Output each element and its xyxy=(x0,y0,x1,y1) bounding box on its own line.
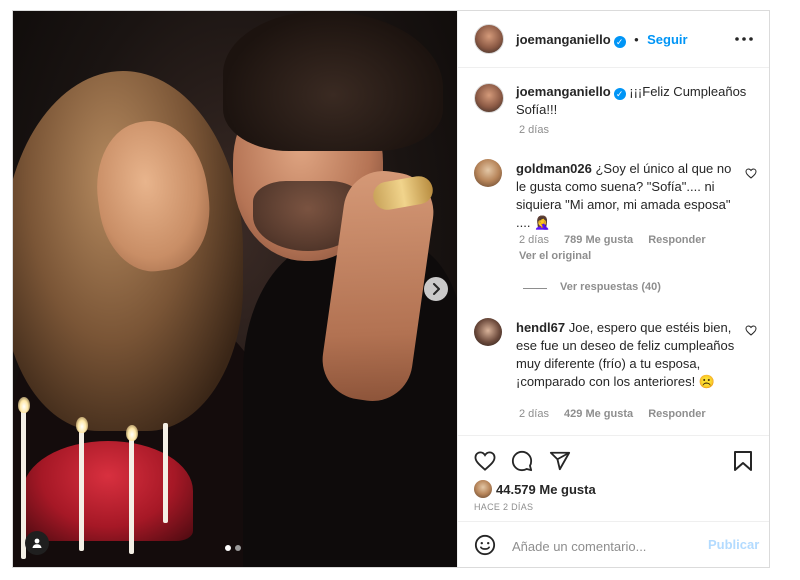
comment-time: 2 días xyxy=(519,234,549,246)
photo-candle xyxy=(79,431,84,551)
bookmark-icon[interactable] xyxy=(733,450,753,472)
caption-time: 2 días xyxy=(519,124,549,136)
share-icon[interactable] xyxy=(549,450,571,472)
comment-input[interactable] xyxy=(510,535,694,557)
caption-avatar[interactable] xyxy=(474,83,504,113)
follow-button[interactable]: Seguir xyxy=(647,32,687,47)
liker-avatar[interactable] xyxy=(474,480,492,498)
reply-button[interactable]: Responder xyxy=(648,408,705,420)
reply-button[interactable]: Responder xyxy=(648,234,705,246)
tagged-users-button[interactable] xyxy=(25,531,49,555)
carousel-next-button[interactable] xyxy=(424,277,448,301)
comment-text-block: goldman026 ¿Soy el único al que no le gu… xyxy=(516,160,738,232)
post-photo[interactable] xyxy=(13,11,457,567)
photo-candle xyxy=(163,423,168,523)
post-side-panel: joemanganiello ✓ • Seguir joemanganiello ✓… xyxy=(457,11,769,567)
comment-avatar[interactable] xyxy=(474,318,502,346)
action-bar: 44.579 Me gusta HACE 2 DÍAS xyxy=(458,435,769,522)
photo-candle xyxy=(21,409,26,559)
comment-time: 2 días xyxy=(519,408,549,420)
comment-composer: Publicar xyxy=(458,521,769,567)
separator-dot: • xyxy=(634,32,639,47)
comment-likes[interactable]: 789 Me gusta xyxy=(564,234,633,246)
caption-username[interactable]: joemanganiello xyxy=(516,84,611,99)
post-header: joemanganiello ✓ • Seguir xyxy=(458,11,769,68)
carousel-indicator xyxy=(225,545,241,551)
author-username[interactable]: joemanganiello xyxy=(516,32,611,47)
emoji-icon[interactable] xyxy=(474,534,496,556)
comment-username[interactable]: goldman026 xyxy=(516,161,592,176)
comment-text-block: hendl67 Joe, espero que estéis bien, ese… xyxy=(516,319,738,391)
heart-icon[interactable] xyxy=(474,451,496,471)
post-date: HACE 2 DÍAS xyxy=(474,502,534,512)
view-replies-button[interactable]: Ver respuestas (40) xyxy=(560,281,661,293)
photo-candle-flame xyxy=(126,425,138,441)
comment-meta: 2 días 429 Me gusta Responder xyxy=(519,408,706,420)
heart-icon[interactable] xyxy=(745,168,757,179)
photo-candle xyxy=(129,439,134,554)
carousel-dot xyxy=(235,545,241,551)
photo-candle-flame xyxy=(18,397,30,413)
photo-man-hair xyxy=(223,11,443,151)
comment-meta: 2 días 789 Me gusta Responder xyxy=(519,234,706,246)
verified-badge-icon: ✓ xyxy=(613,36,626,48)
publish-button[interactable]: Publicar xyxy=(708,537,759,552)
user-tag-icon xyxy=(32,538,42,548)
more-horizontal-icon[interactable] xyxy=(735,37,753,41)
photo-candle-flame xyxy=(76,417,88,433)
chevron-right-icon xyxy=(433,283,440,295)
likes-count[interactable]: 44.579 Me gusta xyxy=(496,482,596,497)
comment-icon[interactable] xyxy=(511,450,533,472)
comment-likes[interactable]: 429 Me gusta xyxy=(564,408,633,420)
caption-text-block: joemanganiello ✓ ¡¡¡Feliz Cumpleaños Sofí… xyxy=(516,83,752,119)
author-avatar[interactable] xyxy=(474,24,504,54)
comment-username[interactable]: hendl67 xyxy=(516,320,565,335)
post-dialog: joemanganiello ✓ • Seguir joemanganiello ✓… xyxy=(12,10,770,568)
comment-avatar[interactable] xyxy=(474,159,502,187)
replies-divider xyxy=(523,288,547,289)
author-line: joemanganiello ✓ • Seguir xyxy=(516,31,688,49)
verified-badge-icon: ✓ xyxy=(613,88,626,100)
heart-icon[interactable] xyxy=(745,325,757,336)
see-original-link[interactable]: Ver el original xyxy=(519,250,591,262)
carousel-dot-active xyxy=(225,545,231,551)
